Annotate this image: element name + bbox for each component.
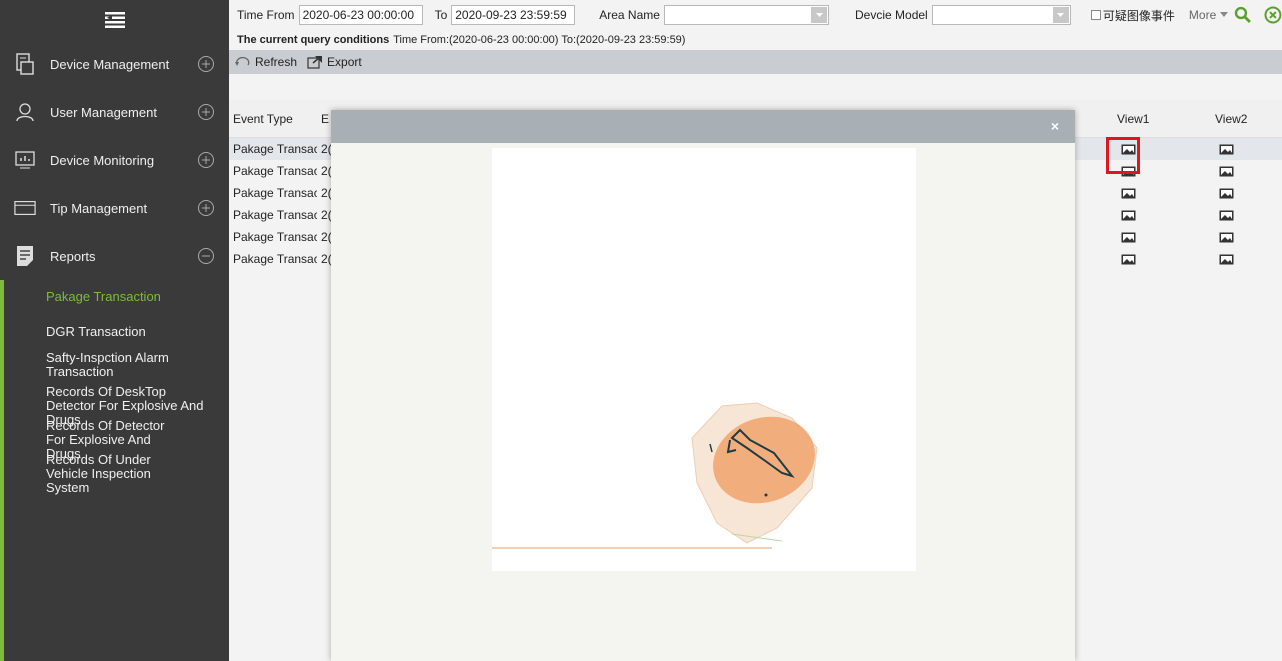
time-from-input[interactable] [298, 5, 423, 25]
submenu-under-vehicle-records[interactable]: Records Of Under Vehicle Inspection Syst… [4, 453, 174, 495]
query-conditions: The current query conditions Time From:(… [229, 30, 1282, 50]
query-conditions-text: Time From:(2020-06-23 00:00:00) To:(2020… [393, 34, 686, 46]
chevron-down-icon[interactable] [811, 7, 828, 23]
view1-image-icon[interactable] [1101, 188, 1205, 199]
view2-image-icon[interactable] [1205, 232, 1282, 243]
menu-device-monitoring[interactable]: Device Monitoring [0, 136, 229, 184]
sidebar-collapse-toggle[interactable] [0, 0, 229, 40]
cell-event-type: Pakage Transac [233, 142, 317, 156]
refresh-button[interactable]: Refresh [235, 55, 297, 69]
col-view2[interactable]: View2 [1205, 112, 1282, 126]
view1-image-icon[interactable] [1101, 232, 1205, 243]
reports-submenu: Pakage Transaction DGR Transaction Safty… [0, 280, 229, 661]
view1-image-icon[interactable] [1101, 254, 1205, 265]
menu-reports[interactable]: Reports [0, 232, 229, 280]
menu-user-management[interactable]: User Management [0, 88, 229, 136]
view2-image-icon[interactable] [1205, 210, 1282, 221]
suspicious-image-label: 可疑图像事件 [1102, 8, 1175, 23]
menu-label: Device Management [50, 56, 170, 72]
cell-event-type: Pakage Transac [233, 208, 317, 222]
search-icon[interactable] [1234, 6, 1252, 24]
report-icon [14, 245, 36, 267]
refresh-label: Refresh [255, 55, 298, 69]
time-to-input[interactable] [451, 5, 576, 25]
area-name-label: Area Name [599, 8, 660, 22]
cell-event-type: Pakage Transac [233, 186, 317, 200]
col-event-type[interactable]: Event Type [229, 112, 317, 126]
device-icon [14, 53, 36, 75]
sidebar: Device Management User Management Device… [0, 0, 229, 661]
filter-bar: Time From To Area Name Devcie Model 可疑图像… [229, 0, 1282, 30]
xray-scan-image [492, 148, 916, 571]
user-icon [14, 101, 36, 123]
export-button[interactable]: Export [307, 55, 362, 69]
menu-label: Tip Management [50, 200, 148, 216]
submenu-pakage-transaction[interactable]: Pakage Transaction [4, 290, 161, 304]
menu-label: User Management [50, 104, 157, 120]
time-to-label: To [434, 8, 448, 22]
menu-label: Device Monitoring [50, 152, 155, 168]
view2-image-icon[interactable] [1205, 188, 1282, 199]
monitoring-icon [14, 149, 36, 171]
query-conditions-label: The current query conditions [237, 34, 390, 46]
cell-event-type: Pakage Transac [233, 164, 317, 178]
dialog-header: × [331, 110, 1075, 143]
menu-label: Reports [50, 248, 96, 264]
device-model-select[interactable] [931, 5, 1071, 25]
expand-icon[interactable] [197, 55, 215, 73]
expand-icon[interactable] [197, 151, 215, 169]
more-chevron-icon[interactable] [1220, 12, 1229, 18]
suspicious-image-checkbox[interactable] [1090, 10, 1101, 20]
menu-device-management[interactable]: Device Management [0, 40, 229, 88]
device-model-label: Devcie Model [855, 8, 928, 22]
expand-icon[interactable] [197, 199, 215, 217]
area-name-select[interactable] [663, 5, 830, 25]
toolbar: Refresh Export [229, 50, 1282, 74]
menu-tip-management[interactable]: Tip Management [0, 184, 229, 232]
menu-collapse-icon[interactable] [104, 12, 125, 28]
close-icon[interactable]: × [1047, 118, 1063, 134]
col-view1[interactable]: View1 [1101, 112, 1205, 126]
refresh-icon [235, 55, 251, 69]
export-label: Export [327, 55, 362, 69]
cell-event-type: Pakage Transac [233, 230, 317, 244]
export-icon [307, 55, 323, 69]
image-preview-dialog: × [331, 110, 1075, 661]
time-from-label: Time From [237, 8, 295, 22]
view2-image-icon[interactable] [1205, 166, 1282, 177]
clear-icon[interactable] [1264, 6, 1282, 24]
more-button[interactable]: More [1189, 8, 1216, 22]
view1-image-icon[interactable] [1101, 210, 1205, 221]
expand-icon[interactable] [197, 103, 215, 121]
view2-image-icon[interactable] [1205, 144, 1282, 155]
submenu-safty-inspection-alarm[interactable]: Safty-Inspction Alarm Transaction [4, 351, 194, 379]
collapse-icon[interactable] [197, 247, 215, 265]
chevron-down-icon[interactable] [1052, 7, 1069, 23]
submenu-dgr-transaction[interactable]: DGR Transaction [4, 325, 146, 339]
tip-icon [14, 197, 36, 219]
cell-event-type: Pakage Transac [233, 252, 317, 266]
view2-image-icon[interactable] [1205, 254, 1282, 265]
view1-highlight-box [1106, 137, 1140, 174]
xray-scan-graphic [492, 402, 818, 549]
